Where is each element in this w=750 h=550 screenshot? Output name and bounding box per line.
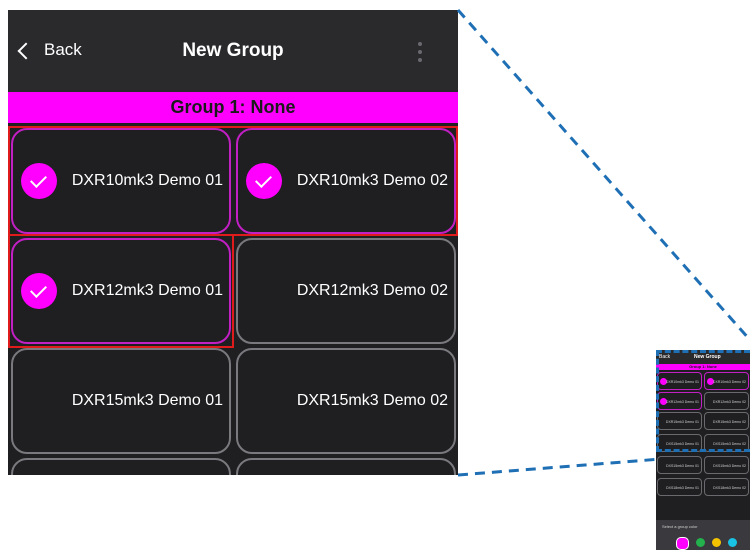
thumbnail-zoom-indicator: [656, 350, 750, 452]
thumb-tile: DXS15mk3 Demo 02: [704, 456, 749, 474]
device-tile[interactable]: DXR15mk3 Demo 02: [236, 348, 456, 454]
device-label: DXR15mk3 Demo 02: [296, 392, 448, 409]
page-title: New Group: [182, 40, 284, 61]
more-options-icon[interactable]: [418, 42, 422, 62]
checkmark-icon: [21, 273, 57, 309]
thumb-color-prompt: Select a group color: [662, 524, 698, 529]
device-label: DXR12mk3 Demo 02: [296, 282, 448, 299]
color-dot-yellow: [712, 538, 721, 547]
checkmark-icon: [246, 163, 282, 199]
thumb-tile-label: DXS15mk3 Demo 02: [713, 464, 746, 468]
color-dot-cyan: [728, 538, 737, 547]
device-tile[interactable]: DXR10mk3 Demo 02: [236, 128, 456, 234]
device-tile[interactable]: DXR15mk3 Demo 01: [11, 348, 231, 454]
device-tile[interactable]: DXR12mk3 Demo 02: [236, 238, 456, 344]
group-name-bar: Group 1: None: [8, 92, 458, 123]
thumb-tile: DXS18mk3 Demo 02: [704, 478, 749, 496]
callout-line-top: [456, 9, 750, 341]
color-dot-magenta: [676, 537, 689, 550]
zoomed-screen: Back New Group Group 1: None DXR10mk3 De…: [8, 10, 458, 475]
thumb-tile-label: DXS18mk3 Demo 02: [713, 486, 746, 490]
thumb-tile: DXS15mk3 Demo 01: [657, 456, 702, 474]
device-label: DXR15mk3 Demo 01: [71, 392, 223, 409]
color-dot-green: [696, 538, 705, 547]
device-tile[interactable]: DXR10mk3 Demo 01: [11, 128, 231, 234]
checkmark-icon: [21, 163, 57, 199]
device-tile[interactable]: [236, 458, 456, 475]
device-tile[interactable]: DXR12mk3 Demo 01: [11, 238, 231, 344]
thumb-tile-label: DXS15mk3 Demo 01: [666, 464, 699, 468]
device-tile[interactable]: [11, 458, 231, 475]
device-label: DXR12mk3 Demo 01: [71, 282, 223, 299]
device-label: DXR10mk3 Demo 01: [71, 172, 223, 189]
thumb-tile-label: DXS18mk3 Demo 01: [666, 486, 699, 490]
app-header: Back New Group: [8, 10, 458, 92]
thumb-color-footer: Select a group color: [656, 520, 750, 550]
device-label: DXR10mk3 Demo 02: [296, 172, 448, 189]
thumb-tile: DXS18mk3 Demo 01: [657, 478, 702, 496]
